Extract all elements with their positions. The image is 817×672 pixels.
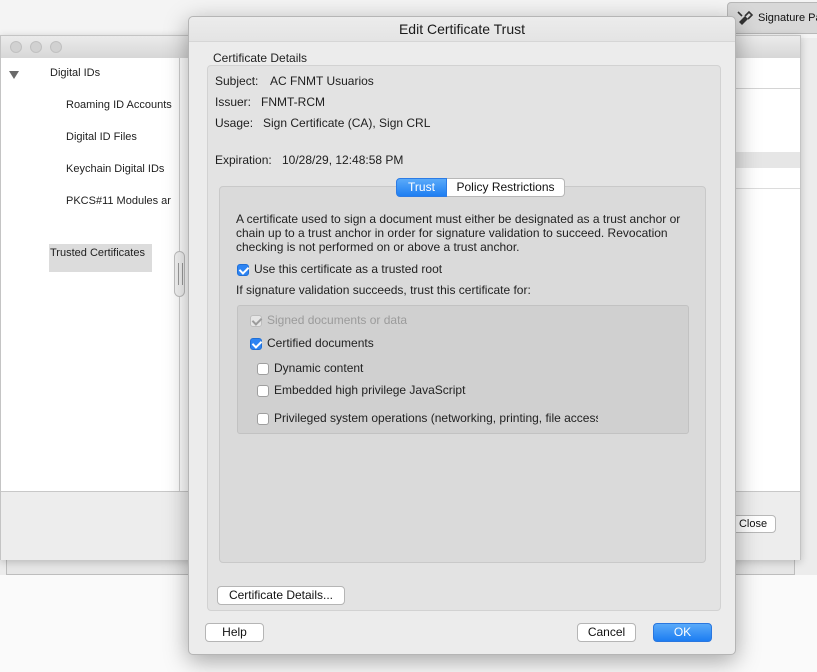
certificate-details-group-label: Certificate Details bbox=[213, 51, 308, 65]
trust-tabs: Trust Policy Restrictions bbox=[396, 178, 565, 197]
signature-panel-label: Signature Pa bbox=[758, 12, 817, 24]
split-view-handle[interactable] bbox=[174, 251, 185, 297]
embedded-javascript-label[interactable]: Embedded high privilege JavaScript bbox=[274, 383, 465, 397]
sidebar-item-digital-ids[interactable]: Digital IDs bbox=[50, 67, 100, 79]
cancel-button[interactable]: Cancel bbox=[577, 623, 636, 642]
edit-certificate-trust-dialog: Edit Certificate Trust Certificate Detai… bbox=[188, 16, 736, 655]
help-button[interactable]: Help bbox=[205, 623, 264, 642]
signature-pen-icon bbox=[737, 10, 754, 25]
sidebar-item-roaming-id-accounts[interactable]: Roaming ID Accounts bbox=[66, 99, 174, 111]
minimize-window-button[interactable] bbox=[30, 41, 42, 53]
certified-documents-label[interactable]: Certified documents bbox=[267, 336, 374, 350]
trusted-root-checkbox[interactable] bbox=[237, 264, 249, 276]
expiration-label: Expiration: bbox=[215, 153, 272, 167]
signature-panel-tab[interactable]: Signature Pa bbox=[727, 2, 817, 34]
certificate-details-button[interactable]: Certificate Details... bbox=[217, 586, 345, 605]
sidebar-item-label: Trusted Certificates bbox=[50, 247, 145, 259]
embedded-javascript-checkbox[interactable] bbox=[257, 385, 269, 397]
close-button[interactable]: Close bbox=[730, 515, 776, 533]
trust-for-label: If signature validation succeeds, trust … bbox=[236, 283, 531, 297]
disclosure-triangle-icon[interactable] bbox=[9, 71, 19, 79]
trust-options-box: Signed documents or data Certified docum… bbox=[237, 305, 689, 434]
certificate-details-box: Subject: AC FNMT Usuarios Issuer: FNMT-R… bbox=[207, 65, 721, 611]
sidebar: Digital IDs Roaming ID Accounts Digital … bbox=[1, 58, 180, 491]
list-header-divider bbox=[730, 88, 800, 89]
certified-documents-checkbox[interactable] bbox=[250, 338, 262, 350]
usage-value: Sign Certificate (CA), Sign CRL bbox=[263, 116, 431, 130]
issuer-label: Issuer: bbox=[215, 95, 252, 109]
issuer-value: FNMT-RCM bbox=[261, 95, 325, 109]
zoom-window-button[interactable] bbox=[50, 41, 62, 53]
subject-label: Subject: bbox=[215, 74, 259, 88]
sidebar-item-trusted-certificates[interactable]: Trusted Certificates bbox=[49, 244, 152, 272]
tab-trust[interactable]: Trust bbox=[396, 178, 447, 197]
sidebar-item-digital-id-files[interactable]: Digital ID Files bbox=[66, 131, 137, 143]
sidebar-item-keychain-digital-ids[interactable]: Keychain Digital IDs bbox=[66, 163, 164, 175]
list-row-divider bbox=[730, 188, 800, 189]
grip-icon bbox=[178, 263, 183, 285]
subject-value: AC FNMT Usuarios bbox=[270, 74, 374, 88]
privileged-operations-checkbox[interactable] bbox=[257, 413, 269, 425]
signed-documents-label: Signed documents or data bbox=[267, 313, 408, 327]
tab-policy-restrictions[interactable]: Policy Restrictions bbox=[447, 178, 565, 197]
trust-tab-panel: A certificate used to sign a document mu… bbox=[219, 186, 706, 563]
dynamic-content-label[interactable]: Dynamic content bbox=[274, 361, 363, 375]
usage-label: Usage: bbox=[215, 116, 254, 130]
sidebar-item-pkcs11-modules[interactable]: PKCS#11 Modules ar bbox=[66, 195, 172, 207]
ok-button[interactable]: OK bbox=[653, 623, 712, 642]
expiration-value: 10/28/29, 12:48:58 PM bbox=[282, 153, 404, 167]
trust-description: A certificate used to sign a document mu… bbox=[236, 212, 681, 254]
list-row-highlight[interactable] bbox=[730, 152, 800, 168]
signed-documents-checkbox bbox=[250, 315, 262, 327]
trusted-root-label[interactable]: Use this certificate as a trusted root bbox=[254, 262, 442, 276]
privileged-operations-label[interactable]: Privileged system operations (networking… bbox=[274, 411, 598, 425]
dialog-title: Edit Certificate Trust bbox=[189, 17, 735, 42]
close-window-button[interactable] bbox=[10, 41, 22, 53]
dynamic-content-checkbox[interactable] bbox=[257, 363, 269, 375]
